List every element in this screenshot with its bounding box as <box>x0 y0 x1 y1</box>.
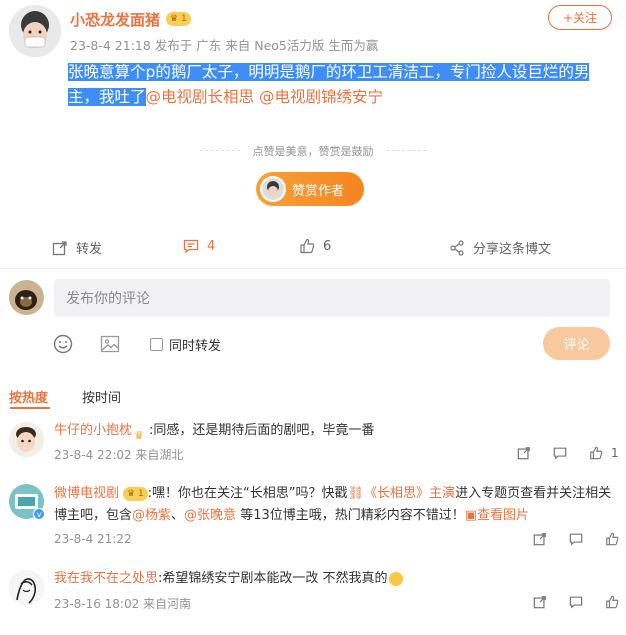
comment-icon[interactable] <box>553 446 567 460</box>
tab-time[interactable]: 按时间 <box>82 387 121 406</box>
comment-meta: 23-8-16 18:02 来自河南 <box>54 597 192 611</box>
divider <box>0 268 626 269</box>
post-meta: 23-8-4 21:18 发布于 广东 来自 Neo5活力版 生而为赢 <box>70 38 379 53</box>
reward-avatar-icon <box>260 176 286 202</box>
comment-avatar[interactable] <box>9 570 44 605</box>
laugh-cry-emoji-icon <box>388 571 403 586</box>
comment-action[interactable]: 4 <box>183 238 215 254</box>
comment-actions <box>533 532 619 546</box>
image-icon[interactable] <box>100 334 120 358</box>
emoji-icon[interactable] <box>53 334 73 358</box>
comment-body: :希望锦绣安宁剧本能改一改 不然我真的 <box>158 571 388 586</box>
verified-icon: v <box>33 508 45 520</box>
reward-tip-text: 点赞是美意，赞赏是鼓励 <box>252 145 374 158</box>
view-picture-link[interactable]: 查看图片 <box>477 508 529 523</box>
comment-avatar[interactable] <box>9 422 44 457</box>
list-item: 微博电视剧 ♛ 1:嘿！你也在关注“长相思”吗？快戳⛓《长相思》主演进入专题页查看… <box>54 483 614 527</box>
comment-icon[interactable] <box>569 532 583 546</box>
comment-input-placeholder: 发布你的评论 <box>66 291 150 307</box>
comment-author[interactable]: 我在我不在之处思 <box>54 571 158 586</box>
author-avatar[interactable] <box>9 5 61 57</box>
mention-zhangwanyi[interactable]: @张晚意 <box>184 508 236 523</box>
thumbs-up-icon <box>590 446 603 460</box>
my-avatar <box>9 280 44 315</box>
mention-changxiangsi[interactable]: @电视剧长相思 <box>146 88 255 106</box>
repost-icon[interactable] <box>517 446 531 460</box>
share-action[interactable]: 分享这条博文 <box>449 238 551 257</box>
post-text: 张晚意算个p的鹅厂太子，明明是鹅厂的环卫工清洁工，专门捡人设巨烂的男主，我吐了@… <box>68 60 613 110</box>
repost-icon[interactable] <box>533 595 547 609</box>
list-item: 牛仔的小抱枕 ♛ :同感，还是期待后面的剧吧，毕竟一番 <box>54 420 614 442</box>
comment-actions: 1 <box>517 446 619 460</box>
comment-like-count: 1 <box>611 446 619 460</box>
thumbs-up-icon <box>300 238 315 254</box>
comment-actions <box>533 595 619 609</box>
comment-icon[interactable] <box>569 595 583 609</box>
follow-button[interactable]: +关注 <box>548 5 612 30</box>
author-name[interactable]: 小恐龙发面猪 <box>70 9 160 30</box>
submit-comment-button[interactable]: 评论 <box>543 327 610 360</box>
mention-yangzi[interactable]: @杨紫 <box>132 508 171 523</box>
repost-label: 转发 <box>76 242 103 257</box>
comment-icon <box>183 239 199 254</box>
comment-author[interactable]: 微博电视剧 <box>54 486 119 501</box>
reward-label: 赞赏作者 <box>292 183 345 199</box>
comment-meta: 23-8-4 21:22 <box>54 532 132 546</box>
vip-badge-icon: ♛ 1 <box>166 12 191 26</box>
comment-body-c: 等13位博主哦，热门精彩内容不错过！ <box>236 508 465 523</box>
repost-checkbox[interactable] <box>150 338 163 351</box>
comment-count: 4 <box>207 238 216 254</box>
list-item: 我在我不在之处思:希望锦绣安宁剧本能改一改 不然我真的 <box>54 568 614 590</box>
comment-meta: 23-8-4 22:02 来自湖北 <box>54 448 184 462</box>
repost-icon <box>52 240 67 255</box>
thumbs-up-icon[interactable] <box>605 532 619 546</box>
vip-badge-icon: ♛ 1 <box>123 486 148 501</box>
mention-separator: 、 <box>171 508 185 523</box>
comment-input[interactable]: 发布你的评论 <box>54 279 610 317</box>
vip-crown-icon: ♛ <box>134 428 144 442</box>
reward-tip: 点赞是美意，赞赏是鼓励 <box>200 143 426 159</box>
post-actions: 转发 4 6 分享这条博文 <box>0 238 626 260</box>
comment-author[interactable]: 牛仔的小抱枕 <box>54 423 132 438</box>
comment-body: :同感，还是期待后面的剧吧，毕竟一番 <box>149 423 375 438</box>
comment-like[interactable]: 1 <box>589 446 619 460</box>
comment-body-a: :嘿！你也在关注“长相思”吗？快戳 <box>147 486 348 501</box>
topic-link[interactable]: 《长相思》主演 <box>364 486 455 501</box>
share-icon <box>450 239 464 256</box>
like-action[interactable]: 6 <box>299 238 331 254</box>
mention-jinxiu-anning[interactable]: @电视剧锦绣安宁 <box>259 88 383 106</box>
reward-button[interactable]: 赞赏作者 <box>256 172 364 206</box>
repost-action[interactable]: 转发 <box>52 238 102 257</box>
picture-icon: ▣ <box>464 508 478 523</box>
comment-avatar[interactable]: v <box>9 484 45 520</box>
thumbs-up-icon[interactable] <box>605 595 619 609</box>
repost-icon[interactable] <box>533 532 547 546</box>
link-icon: ⛓ <box>347 486 365 501</box>
repost-checkbox-label: 同时转发 <box>169 339 222 354</box>
tab-hot[interactable]: 按热度 <box>9 387 48 406</box>
like-count: 6 <box>323 238 332 254</box>
tab-hot-underline <box>10 407 50 409</box>
share-label: 分享这条博文 <box>473 242 552 257</box>
